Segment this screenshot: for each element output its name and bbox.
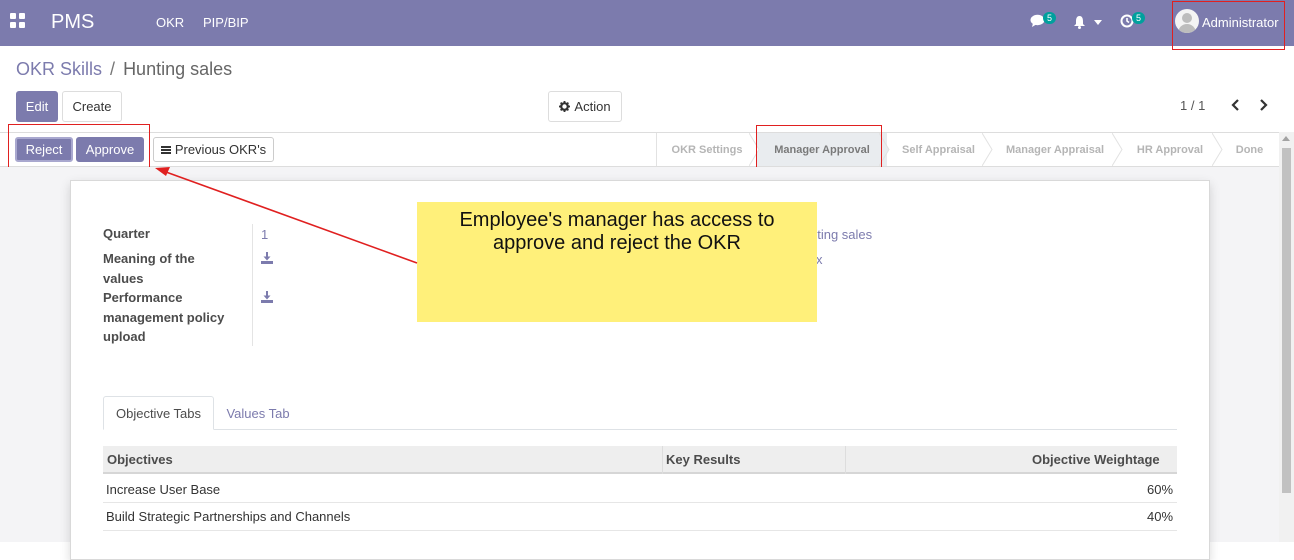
annotation-callout: Employee's manager has access to approve… — [417, 202, 817, 322]
stage-manager-appraisal[interactable]: Manager Appraisal — [990, 133, 1120, 166]
pager-previous-icon[interactable] — [1229, 97, 1243, 113]
edit-button[interactable]: Edit — [16, 91, 58, 122]
apps-grid-icon[interactable] — [10, 13, 26, 29]
objective-cell[interactable]: Increase User Base — [106, 482, 220, 497]
stage-hr-approval[interactable]: HR Approval — [1120, 133, 1220, 166]
scrollbar-thumb[interactable] — [1282, 148, 1291, 493]
stage-chevron-icon — [982, 133, 993, 166]
column-header-objectives[interactable]: Objectives — [107, 452, 173, 467]
bell-icon[interactable] — [1073, 15, 1086, 29]
callout-line-1: Employee's manager has access to — [459, 209, 775, 231]
scroll-up-arrow-icon[interactable] — [1282, 136, 1290, 141]
objective-cell[interactable]: Build Strategic Partnerships and Channel… — [106, 509, 350, 524]
quarter-label: Quarter — [103, 226, 150, 241]
top-navbar: PMS OKR PIP/BIP 5 5 Administrator — [0, 0, 1294, 46]
breadcrumb: OKR Skills / Hunting sales — [16, 59, 232, 80]
chevron-down-icon[interactable] — [1094, 20, 1102, 25]
stage-chevron-icon — [1112, 133, 1123, 166]
weightage-cell[interactable]: 40% — [1147, 509, 1173, 524]
list-icon — [160, 145, 171, 154]
stage-done[interactable]: Done — [1220, 133, 1279, 166]
menu-okr[interactable]: OKR — [156, 15, 184, 30]
okr-name-value[interactable]: nting sales — [810, 227, 872, 242]
pager-value[interactable]: 1 / 1 — [1180, 98, 1205, 113]
app-brand[interactable]: PMS — [51, 11, 94, 34]
table-header — [103, 446, 1177, 474]
stage-chevron-icon — [1212, 133, 1223, 166]
download-icon[interactable] — [261, 252, 273, 264]
stage-okr-settings[interactable]: OKR Settings — [657, 133, 757, 166]
gear-icon — [559, 101, 571, 112]
action-button-label: Action — [574, 99, 611, 114]
tab-objective[interactable]: Objective Tabs — [103, 396, 214, 430]
menu-pip-bip[interactable]: PIP/BIP — [203, 15, 249, 30]
weightage-cell[interactable]: 60% — [1147, 482, 1173, 497]
annotation-buttons-highlight — [8, 124, 150, 170]
pager-next-icon[interactable] — [1256, 97, 1270, 113]
callout-line-2: approve and reject the OKR — [493, 232, 741, 254]
annotation-user-highlight — [1172, 1, 1285, 50]
policy-upload-label: Performance management policy upload — [103, 290, 225, 344]
messages-badge: 5 — [1043, 12, 1057, 24]
breadcrumb-separator: / — [110, 59, 116, 79]
table-row[interactable] — [103, 476, 1177, 503]
tab-values[interactable]: Values Tab — [214, 396, 302, 430]
breadcrumb-parent-link[interactable]: OKR Skills — [16, 59, 102, 79]
previous-okrs-label: Previous OKR's — [174, 142, 267, 157]
column-separator — [845, 446, 846, 474]
stage-self-appraisal[interactable]: Self Appraisal — [887, 133, 990, 166]
column-separator — [662, 446, 663, 474]
create-button[interactable]: Create — [62, 91, 122, 122]
quarter-value[interactable]: 1 — [261, 227, 268, 242]
previous-okrs-button[interactable]: Previous OKR's — [153, 137, 274, 162]
download-icon[interactable] — [261, 291, 273, 303]
column-header-weightage[interactable]: Objective Weightage — [1032, 452, 1160, 467]
activities-badge: 5 — [1132, 12, 1146, 24]
column-header-key-results[interactable]: Key Results — [666, 452, 740, 467]
action-dropdown-button[interactable]: Action — [548, 91, 622, 122]
meaning-of-values-label: Meaning of the values — [103, 251, 195, 286]
breadcrumb-current: Hunting sales — [123, 59, 233, 79]
field-divider — [252, 224, 253, 346]
